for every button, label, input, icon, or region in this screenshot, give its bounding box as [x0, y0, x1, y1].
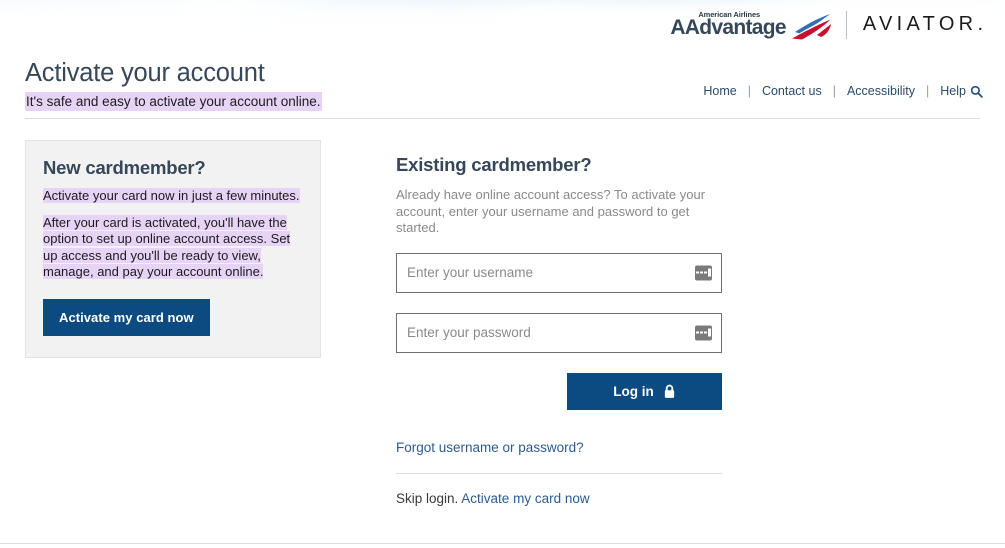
- aviator-label: AVIATOR: [862, 13, 978, 35]
- autofill-bar: [708, 268, 711, 277]
- page-header: Activate your account It's safe and easy…: [0, 58, 1005, 120]
- aadvantage-logo[interactable]: American Airlines AAdvantage: [670, 10, 832, 40]
- autofill-dot: [696, 331, 699, 334]
- new-cardmember-heading: New cardmember?: [43, 157, 206, 178]
- top-banner: American Airlines AAdvantage AVIATOR.: [0, 0, 1005, 52]
- nav-help[interactable]: Help: [940, 84, 983, 98]
- login-button-row: Log in: [396, 372, 722, 410]
- log-in-button[interactable]: Log in: [567, 372, 722, 410]
- existing-cardmember-heading: Existing cardmember?: [396, 154, 592, 175]
- nav-separator: |: [747, 84, 751, 98]
- username-field-wrap: [396, 252, 722, 293]
- forgot-username-or-password-link[interactable]: Forgot username or password?: [396, 440, 584, 455]
- forgot-credentials-block: Forgot username or password?: [396, 439, 722, 474]
- nav-help-label[interactable]: Help: [940, 84, 966, 98]
- nav-accessibility[interactable]: Accessibility: [847, 84, 915, 98]
- autofill-icon[interactable]: [695, 265, 712, 280]
- autofill-bar: [708, 328, 711, 337]
- utility-nav: Home | Contact us | Accessibility | Help: [703, 84, 983, 98]
- activate-my-card-now-button[interactable]: Activate my card now: [43, 298, 210, 336]
- password-input[interactable]: [396, 312, 722, 353]
- aviator-dot: .: [977, 13, 983, 35]
- log-in-button-label: Log in: [613, 383, 654, 399]
- american-airlines-flag-icon: [791, 14, 831, 40]
- autofill-dot: [700, 271, 703, 274]
- header-divider: [25, 118, 980, 119]
- autofill-dot: [704, 271, 707, 274]
- username-input[interactable]: [396, 252, 722, 293]
- skip-login-row: Skip login. Activate my card now: [396, 491, 722, 506]
- new-cardmember-paragraph-2: After your card is activated, you'll hav…: [43, 214, 303, 281]
- american-airlines-label: American Airlines: [698, 10, 761, 19]
- nav-separator: |: [926, 84, 930, 98]
- new-cardmember-card: New cardmember? Activate your card now i…: [25, 140, 321, 358]
- autofill-dot: [696, 271, 699, 274]
- logo-divider: [845, 10, 847, 39]
- existing-cardmember-lead: Already have online account access? To a…: [396, 187, 706, 235]
- nav-home[interactable]: Home: [703, 84, 736, 98]
- nav-contact-us[interactable]: Contact us: [762, 84, 822, 98]
- new-cardmember-paragraph-2-text: After your card is activated, you'll hav…: [43, 214, 291, 279]
- autofill-dot: [700, 331, 703, 334]
- aadvantage-wordmark: American Airlines AAdvantage: [670, 10, 786, 39]
- autofill-dot: [704, 331, 707, 334]
- autofill-icon[interactable]: [695, 325, 712, 340]
- skip-login-activate-card-link[interactable]: Activate my card now: [461, 491, 589, 506]
- password-field-wrap: [396, 312, 722, 353]
- existing-cardmember-section: Existing cardmember? Already have online…: [396, 154, 722, 506]
- aadvantage-label: AAdvantage: [670, 16, 786, 39]
- lock-icon: [664, 384, 674, 398]
- page-subtitle: It's safe and easy to activate your acco…: [25, 92, 322, 111]
- new-cardmember-paragraph-1: Activate your card now in just a few min…: [43, 188, 303, 205]
- brand-logos: American Airlines AAdvantage AVIATOR.: [670, 10, 983, 40]
- search-icon[interactable]: [970, 85, 983, 98]
- skip-login-prefix: Skip login.: [396, 490, 462, 506]
- nav-separator: |: [832, 84, 836, 98]
- aviator-logo[interactable]: AVIATOR.: [863, 13, 983, 36]
- footer-divider: [0, 543, 1005, 544]
- new-cardmember-paragraph-1-text: Activate your card now in just a few min…: [43, 188, 300, 203]
